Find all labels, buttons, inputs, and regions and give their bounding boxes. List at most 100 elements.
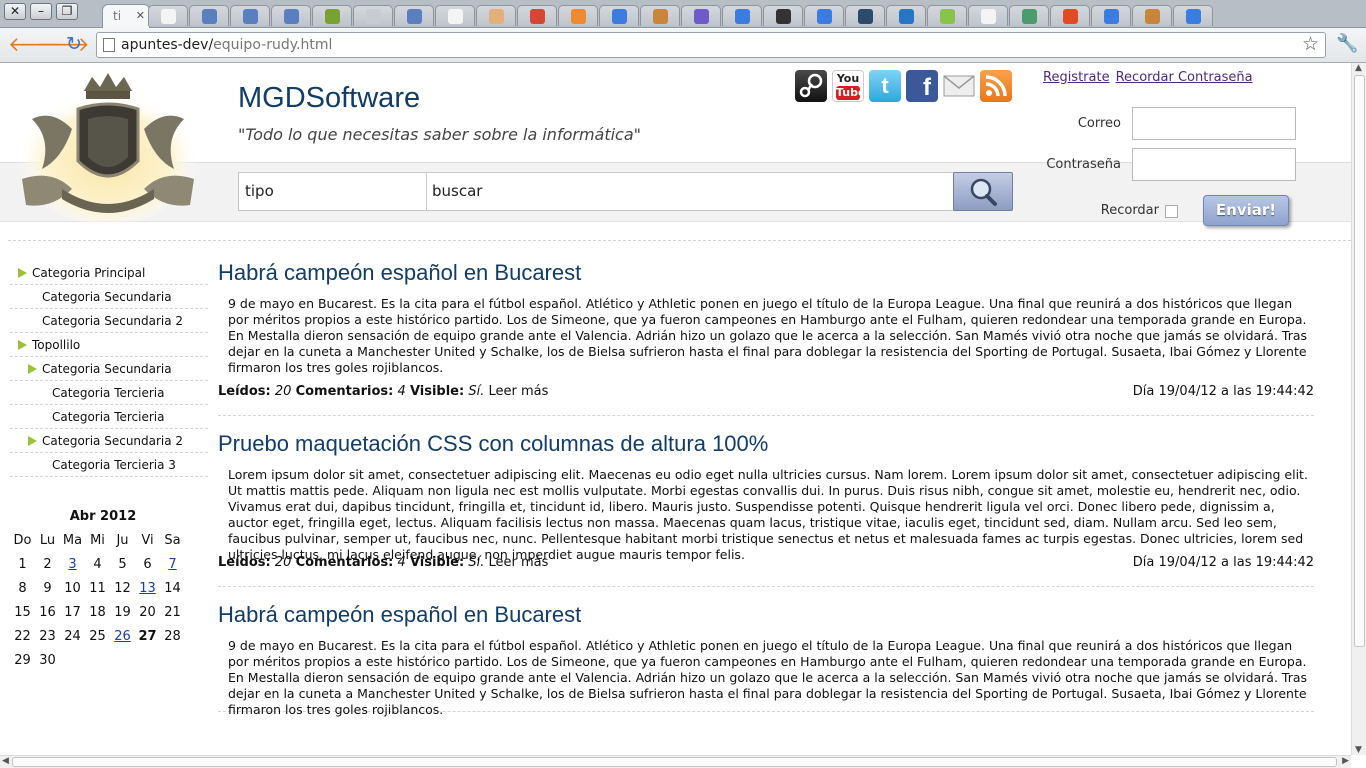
tab-27[interactable] [1173,5,1213,26]
tab-18[interactable] [804,5,844,26]
vertical-scroll-thumb[interactable] [1354,75,1365,647]
wrench-icon[interactable]: 🔧 [1336,33,1358,54]
calendar-weekday: Lu [39,533,56,548]
tab-16[interactable] [722,5,762,26]
sidebar-item[interactable]: Categoria Secundaria [10,285,208,309]
post-title[interactable]: Pruebo maquetación CSS con columnas de a… [218,428,1314,460]
calendar-weekday: Ju [116,533,129,548]
scroll-down-icon[interactable]: ▼ [1355,745,1362,755]
tab-4[interactable] [230,5,270,26]
tab-17[interactable] [763,5,803,26]
twitter-icon[interactable]: t [869,70,901,102]
tab-14[interactable] [640,5,680,26]
tab-7[interactable] [353,5,393,26]
tab-26[interactable] [1132,5,1172,26]
tab-12[interactable] [558,5,598,26]
tab-9[interactable] [435,5,475,26]
leaf-icon [940,9,955,24]
calendar-weekday: Ma [62,533,83,548]
sidebar-item[interactable]: Categoria Tercieria [10,381,208,405]
sidebar-item[interactable]: Categoria Secundaria 2 [10,309,208,333]
tab-6[interactable] [312,5,352,26]
tab-13[interactable] [599,5,639,26]
comments-count: 4 [397,555,406,570]
tab-close-icon[interactable]: ✕ [136,5,145,27]
scroll-left-icon[interactable]: ◀ [2,756,9,766]
calendar-title: Abr 2012 [69,509,137,524]
tab-20[interactable] [886,5,926,26]
read-more-link[interactable]: Leer más [488,384,548,399]
tab-8[interactable] [394,5,434,26]
sidebar-item[interactable]: Categoria Principal [10,261,208,285]
site-title[interactable]: MGDSoftware [238,82,420,115]
r-icon [858,9,873,24]
sidebar-item[interactable]: Categoria Secundaria [10,357,208,381]
tab-11[interactable] [517,5,557,26]
tab-22[interactable] [968,5,1008,26]
visible-label: Visible: [409,384,465,399]
sidebar-item[interactable]: Categoria Tercieria 3 [10,453,208,477]
read-more-link[interactable]: Leer más [488,555,548,570]
tab-21[interactable] [927,5,967,26]
minimize-window-button[interactable]: – [30,3,52,20]
vertical-scrollbar[interactable]: ▲ ▼ [1351,63,1366,755]
scroll-up-icon[interactable]: ▲ [1355,63,1362,73]
tab-5[interactable] [271,5,311,26]
calendar-weeks: 1 2 3 4 5 6 7 8 9 10 11 12 13 14 15 16 17 18 19 20 21 22 23 24 2… [10,553,196,673]
steam-icon[interactable] [795,70,827,102]
search-input[interactable]: buscar [426,172,954,211]
email-label: Correo [1077,116,1121,131]
tab-19[interactable] [845,5,885,26]
mail-icon[interactable] [943,70,975,102]
bookmark-star-icon[interactable]: ☆ [1302,32,1319,56]
tab-15[interactable] [681,5,721,26]
maximize-window-button[interactable]: ❐ [56,3,78,20]
active-tab[interactable]: ti ✕ [102,4,150,29]
post-body: 9 de mayo en Bucarest. Es la cita para e… [228,638,1308,717]
tab-3[interactable] [189,5,229,26]
sidebar-item-label: Categoria Tercieria [52,410,165,424]
comments-label: Comentarios: [295,384,394,399]
password-label: Contraseña [1046,157,1121,172]
triangle-right-icon [18,268,27,278]
type-input[interactable]: tipo [238,172,427,211]
horizontal-scroll-thumb[interactable] [12,757,1337,767]
facebook-icon[interactable]: f [906,70,938,102]
tab-strip: ✕ – ❐ ti ✕ [0,0,1366,29]
scroll-right-icon[interactable]: ▶ [1342,756,1349,766]
post-title[interactable]: Habrá campeón español en Bucarest [218,599,1314,631]
calendar-week: 15 16 17 18 19 20 21 [10,601,196,625]
reload-icon[interactable]: ↻ [66,34,82,54]
remember-password-link[interactable]: Recordar Contraseña [1116,70,1253,85]
address-bar[interactable]: apuntes-dev/equipo-rudy.html ☆ [96,32,1326,58]
stack-icon [1145,9,1160,24]
wrench-icon [284,9,299,24]
tab-25[interactable] [1091,5,1131,26]
tab-24[interactable] [1050,5,1090,26]
password-field[interactable] [1132,148,1296,181]
calendar-day: 6 [143,557,152,572]
post-title[interactable]: Habrá campeón español en Bucarest [218,257,1314,289]
remember-checkbox[interactable] [1165,205,1178,218]
calendar-day[interactable]: 7 [160,553,185,577]
calendar-day[interactable]: 3 [60,553,85,577]
submit-button[interactable]: Enviar! [1203,195,1289,226]
close-window-button[interactable]: ✕ [4,3,26,20]
sidebar-item[interactable]: Categoria Tercieria [10,405,208,429]
register-link[interactable]: Registrate [1043,70,1110,85]
sidebar-item[interactable]: Categoria Secundaria 2 [10,429,208,453]
youtube-icon[interactable]: You Tube [832,70,864,102]
tab-10[interactable] [476,5,516,26]
calendar-day[interactable]: 13 [135,577,160,601]
calendar-weekday: Do [13,533,32,548]
sidebar-item[interactable]: Topollilo [10,333,208,357]
horizontal-scrollbar[interactable]: ◀ ▶ [0,755,1351,768]
calendar-day[interactable]: 26 [110,625,135,649]
category-sidebar: Categoria Principal Categoria Secundaria C… [10,261,208,477]
rss-icon[interactable] [980,70,1012,102]
search-button[interactable] [953,172,1013,211]
tab-2[interactable] [148,5,188,26]
reads-count: 20 [274,555,292,570]
email-field[interactable] [1132,107,1296,140]
tab-23[interactable] [1009,5,1049,26]
